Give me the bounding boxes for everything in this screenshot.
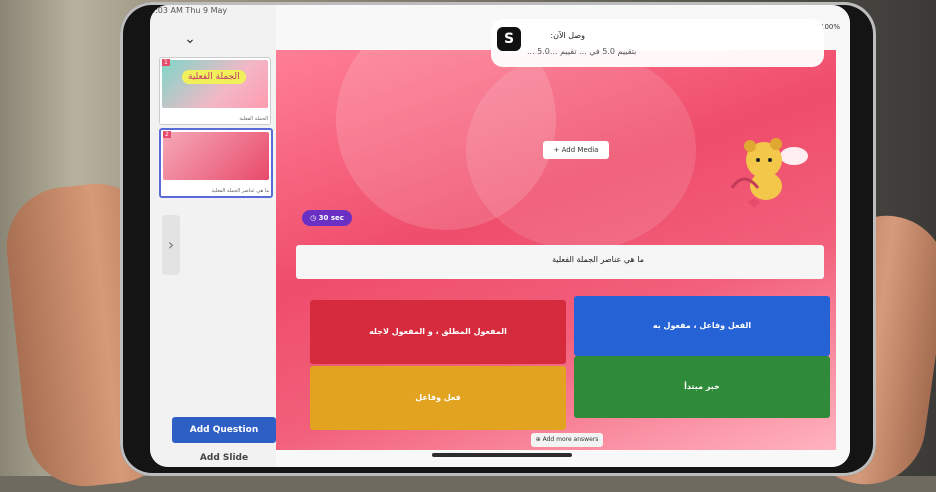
slide-canvas: + Add Media ◷ 30 sec ما هي عناصر الجملة … (276, 50, 836, 450)
answer-option-green[interactable]: خبر مبتدأ (574, 356, 830, 418)
timer-label: 30 sec (318, 214, 344, 222)
chevron-right-icon[interactable]: › (162, 215, 180, 275)
add-more-answers-button[interactable]: ⊕ Add more answers (531, 433, 603, 447)
question-text: ما هي عناصر الجملة الفعلية (552, 255, 644, 264)
answer-option-red[interactable]: المفعول المطلق ، و المفعول لاجله (310, 300, 566, 364)
plus-circle-icon: ⊕ (535, 436, 541, 443)
slide-caption: ما هي عناصر الجملة الفعلية (211, 188, 269, 194)
slide-thumbnail-1[interactable]: 1 الجملة الفعلية الجملة الفعلية (159, 57, 271, 125)
slide-number: 1 (162, 59, 170, 66)
status-time: 8:03 AM Thu 9 May (150, 6, 228, 15)
tablet-screen: 8:03 AM Thu 9 May ⌄ 1 الجملة الفعلية الج… (150, 5, 850, 467)
home-indicator[interactable] (432, 453, 572, 457)
notification-body: بتقييم 5.0 في ... تقييم ...5.0 ... (527, 47, 637, 56)
cupid-bear-mascot (730, 138, 808, 208)
slide-title-badge: الجملة الفعلية (182, 70, 246, 84)
add-question-button[interactable]: Add Question (172, 417, 276, 443)
slide-caption: الجملة الفعلية (239, 116, 268, 122)
add-media-button[interactable]: + Add Media (543, 141, 609, 159)
clock-icon: ◷ (310, 214, 317, 222)
chevron-down-icon: ⌄ (184, 31, 196, 47)
slide-thumbnail-2[interactable]: 2 ما هي عناصر الجملة الفعلية (159, 128, 273, 198)
slide-number: 2 (163, 131, 171, 138)
add-slide-button[interactable]: Add Slide (172, 447, 276, 467)
collapse-button[interactable]: ⌄ (180, 29, 200, 49)
timer-badge[interactable]: ◷ 30 sec (302, 210, 352, 226)
notification-title: وصل الآن: (550, 31, 585, 40)
notification-banner[interactable]: S وصل الآن: بتقييم 5.0 في ... تقييم ...5… (491, 19, 824, 67)
slide-thumbnail-image (162, 60, 268, 108)
slide-editor: 100% ⋮ + Add Media ◷ 30 sec (276, 5, 850, 467)
question-input[interactable]: ما هي عناصر الجملة الفعلية (296, 245, 824, 279)
slide-thumbnail-image (163, 132, 269, 180)
add-more-answers-label: Add more answers (542, 436, 599, 443)
answer-option-blue[interactable]: الفعل وفاعل ، مفعول به (574, 296, 830, 356)
answer-option-yellow[interactable]: فعل وفاعل (310, 366, 566, 430)
app-icon: S (497, 27, 521, 51)
